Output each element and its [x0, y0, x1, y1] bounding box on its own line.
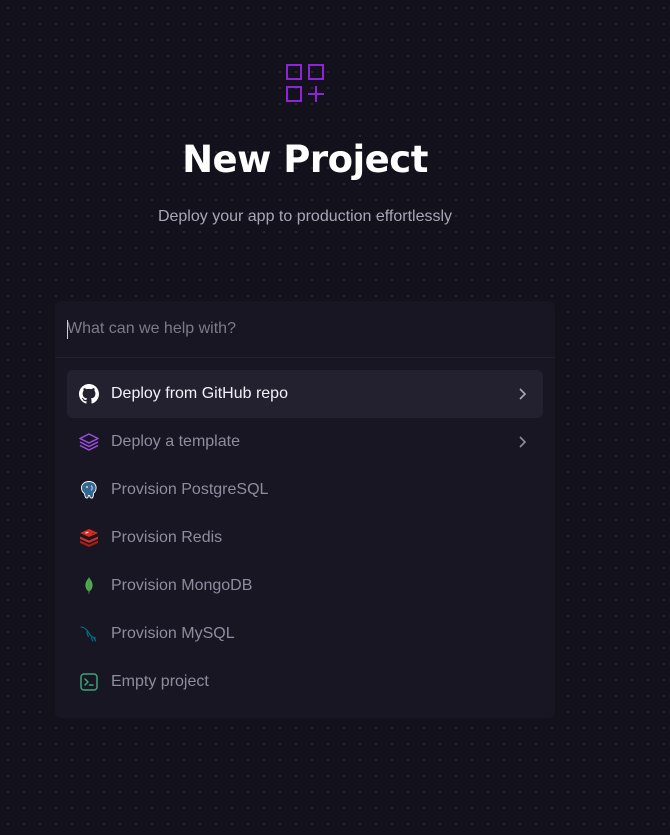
apps-add-icon: [286, 64, 326, 104]
redis-icon: [79, 528, 99, 548]
option-label: Empty project: [111, 673, 209, 690]
chevron-right-icon: [517, 435, 527, 449]
search-row: [55, 301, 555, 358]
text-cursor: [67, 320, 68, 339]
page-subtitle: Deploy your app to production effortless…: [157, 208, 453, 225]
option-provision-mysql[interactable]: Provision MySQL: [67, 610, 543, 658]
options-list: Deploy from GitHub repo Deploy a templat…: [67, 370, 543, 706]
option-label: Deploy from GitHub repo: [111, 385, 288, 402]
postgresql-icon: [79, 480, 99, 500]
option-provision-redis[interactable]: Provision Redis: [67, 514, 543, 562]
page-title: New Project: [182, 138, 428, 181]
option-deploy-template[interactable]: Deploy a template: [67, 418, 543, 466]
option-provision-mongodb[interactable]: Provision MongoDB: [67, 562, 543, 610]
github-icon: [79, 384, 99, 404]
option-label: Provision PostgreSQL: [111, 481, 269, 498]
option-provision-postgresql[interactable]: Provision PostgreSQL: [67, 466, 543, 514]
layers-icon: [79, 432, 99, 452]
option-deploy-github[interactable]: Deploy from GitHub repo: [67, 370, 543, 418]
search-input[interactable]: [67, 317, 537, 341]
option-label: Provision MongoDB: [111, 577, 253, 594]
option-label: Provision Redis: [111, 529, 223, 546]
option-empty-project[interactable]: Empty project: [67, 658, 543, 706]
command-palette: Deploy from GitHub repo Deploy a templat…: [55, 301, 555, 718]
chevron-right-icon: [517, 387, 527, 401]
mongodb-icon: [79, 576, 99, 596]
option-label: Provision MySQL: [111, 625, 235, 642]
terminal-icon: [79, 672, 99, 692]
option-label: Deploy a template: [111, 433, 240, 450]
mysql-icon: [79, 624, 99, 644]
